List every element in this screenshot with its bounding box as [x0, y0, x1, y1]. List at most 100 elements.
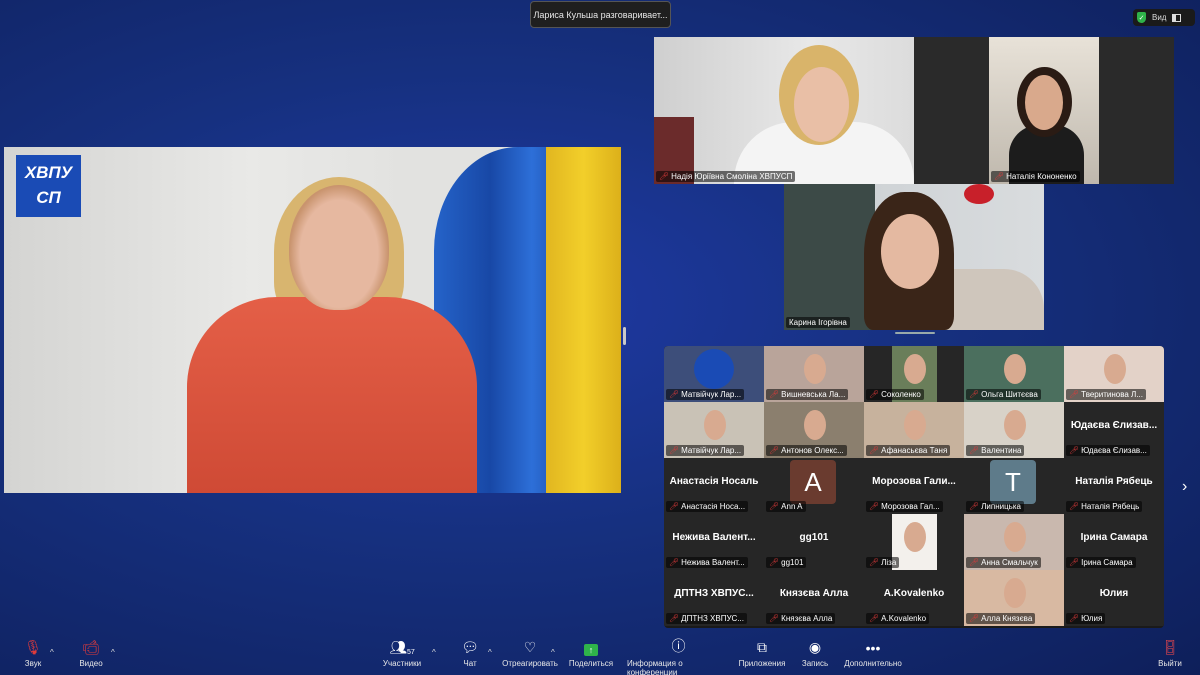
participant-face [904, 522, 926, 552]
participant-tile[interactable]: 🎤︎ Антонов Олекс... [764, 402, 864, 458]
chat-button[interactable]: 💬︎ Чат [461, 636, 479, 668]
share-button[interactable]: ↑ Поделиться [569, 636, 613, 668]
participant-tile[interactable]: T 🎤︎ Липницька [964, 458, 1064, 514]
chevron-up-icon[interactable]: ^ [50, 648, 54, 657]
view-button[interactable]: ✓ Вид [1133, 9, 1195, 26]
participant-tile[interactable]: Юдаєва Єлизав... 🎤︎ Юдаєва Єлизав... [1064, 402, 1164, 458]
participant-name-tag: 🎤︎ gg101 [766, 557, 807, 568]
people-icon: 👥︎ 57 [389, 639, 415, 656]
participant-face [1104, 354, 1126, 384]
avatar: T [990, 460, 1036, 504]
record-label: Запись [801, 659, 829, 668]
avatar: A [790, 460, 836, 504]
participant-face [1004, 578, 1026, 608]
participant-tile[interactable]: 🎤︎ Алла Князєва [964, 570, 1064, 626]
tile-spacer [1099, 37, 1174, 184]
shield-icon[interactable]: ✓ [1137, 12, 1146, 23]
chevron-up-icon[interactable]: ^ [432, 648, 436, 657]
panel-resize-handle[interactable] [623, 327, 626, 345]
apps-label: Приложения [738, 659, 786, 668]
participant-name: Тверитинова Л... [1081, 390, 1143, 399]
participant-tile[interactable]: 🎤︎ Валентина [964, 402, 1064, 458]
participant-face [1004, 522, 1026, 552]
participant-tile[interactable]: Морозова Гали... 🎤︎ Морозова Гал... [864, 458, 964, 514]
react-button[interactable]: ♡ Отреагировать [502, 636, 558, 668]
participant-tile[interactable]: ДПТНЗ ХВПУС... 🎤︎ ДПТНЗ ХВПУС... [664, 570, 764, 626]
mic-off-icon: 🎤︎ [769, 390, 780, 399]
participant-name-tag: 🎤︎ Алла Князєва [966, 613, 1036, 624]
participant-name: Нежива Валент... [681, 558, 745, 567]
participant-tile[interactable]: A.Kovalenko 🎤︎ A.Kovalenko [864, 570, 964, 626]
participant-display-name: Ірина Самара [1080, 532, 1148, 543]
participant-tile[interactable]: 🎤︎ Тверитинова Л... [1064, 346, 1164, 402]
participant-name-tag: 🎤︎ Анна Смальчук [966, 557, 1041, 568]
share-arrow-icon: ↑ [584, 636, 598, 656]
chevron-up-icon[interactable]: ^ [551, 648, 555, 657]
chevron-right-icon[interactable]: › [1182, 478, 1187, 496]
participant-face [704, 410, 726, 440]
chevron-up-icon[interactable]: ^ [488, 648, 492, 657]
participant-tile[interactable]: Юлия 🎤︎ Юлия [1064, 570, 1164, 626]
participant-name: Матвійчук Лар... [681, 390, 742, 399]
participant-tile[interactable]: 🎤︎ Соколенко [864, 346, 964, 402]
participant-tile[interactable]: 🎤︎ Матвійчук Лар... [664, 402, 764, 458]
mic-off-icon: 🎤︎ [669, 390, 680, 399]
mic-off-icon: 🎤︎ [869, 558, 880, 567]
participants-count: 57 [406, 649, 415, 656]
participant-name-tag: 🎤︎ A.Kovalenko [866, 613, 930, 624]
participant-display-name: gg101 [799, 532, 829, 543]
video-tile-1[interactable]: 🎤︎ Надія Юріївна Смоліна ХВПУСП [654, 37, 914, 184]
tile-spacer [914, 37, 989, 184]
mic-off-icon: 🎙︎ [24, 639, 42, 655]
participant-tile[interactable]: Нежива Валент... 🎤︎ Нежива Валент... [664, 514, 764, 570]
mic-off-icon: 🎤︎ [969, 502, 980, 511]
participants-button[interactable]: 👥︎ 57 Участники [382, 636, 422, 668]
mic-off-icon: 🎤︎ [969, 390, 980, 399]
mic-off-icon: 🎤︎ [769, 446, 780, 455]
participant-tile[interactable]: Князєва Алла 🎤︎ Князєва Алла [764, 570, 864, 626]
participant-tile[interactable]: Ірина Самара 🎤︎ Ірина Самара [1064, 514, 1164, 570]
participant-name-tag: 🎤︎ Тверитинова Л... [1066, 389, 1146, 400]
participant-tile[interactable]: gg101 🎤︎ gg101 [764, 514, 864, 570]
active-speaker-video[interactable]: ХВПУ СП [4, 147, 621, 493]
mic-off-icon: 🎤︎ [659, 172, 670, 181]
video-tile-2[interactable]: 🎤︎ Наталія Кононенко [989, 37, 1099, 184]
participant-face [804, 354, 826, 384]
participant-tile[interactable]: 🎤︎ Ольга Шитєєва [964, 346, 1064, 402]
meeting-info-button[interactable]: ⓘ Информация о конференции [627, 636, 730, 675]
participant-name: Князєва Алла [781, 614, 833, 623]
record-button[interactable]: ◉ Запись [801, 636, 829, 668]
view-label: Вид [1152, 13, 1167, 22]
participant-name-tag: 🎤︎ Соколенко [866, 389, 924, 400]
participant-name-tag: 🎤︎ Юлия [1066, 613, 1106, 624]
participant-tile[interactable]: Наталія Рябець 🎤︎ Наталія Рябець [1064, 458, 1164, 514]
leave-button[interactable]: 🚪︎ Выйти [1158, 636, 1182, 668]
participant-name: A.Kovalenko [881, 614, 927, 623]
mic-off-icon: 🎤︎ [1069, 614, 1080, 623]
participant-name-tag: 🎤︎ Морозова Гал... [866, 501, 943, 512]
video-button[interactable]: 📹︎ Видео [78, 636, 104, 668]
participant-tile[interactable]: 🎤︎ Ліза [864, 514, 964, 570]
participant-name-tag: 🎤︎ Антонов Олекс... [766, 445, 847, 456]
more-button[interactable]: ••• Дополнительно [844, 636, 902, 668]
participant-tile[interactable]: Анастасія Носаль 🎤︎ Анастасія Носа... [664, 458, 764, 514]
participant-name-tag: 🎤︎ Нежива Валент... [666, 557, 748, 568]
participant-name: Морозова Гал... [881, 502, 940, 511]
apps-button[interactable]: ⧉ Приложения [738, 636, 786, 668]
mute-button[interactable]: 🎙︎ Звук [18, 636, 48, 668]
participant-tile[interactable]: A 🎤︎ Ann A [764, 458, 864, 514]
participant-display-name: Князєва Алла [779, 588, 849, 599]
mic-off-icon: 🎤︎ [969, 446, 980, 455]
participant-tile[interactable]: 🎤︎ Афанасьєва Таня [864, 402, 964, 458]
participant-tile[interactable]: 🎤︎ Анна Смальчук [964, 514, 1064, 570]
participant-name: Анна Смальчук [981, 558, 1038, 567]
participant-tile[interactable]: 🎤︎ Вишневська Ла... [764, 346, 864, 402]
participant-name-tag: 🎤︎ Анастасія Носа... [666, 501, 749, 512]
chevron-up-icon[interactable]: ^ [111, 648, 115, 657]
video-tile-3[interactable]: Карина Ігорівна [784, 184, 1044, 330]
participant-tile[interactable]: 🎤︎ Матвійчук Лар... [664, 346, 764, 402]
participant-name: Анастасія Носа... [681, 502, 746, 511]
gallery-resize-grip[interactable] [895, 332, 935, 334]
mic-off-icon: 🎤︎ [1069, 558, 1080, 567]
logo-line-1: ХВПУ [24, 163, 73, 182]
